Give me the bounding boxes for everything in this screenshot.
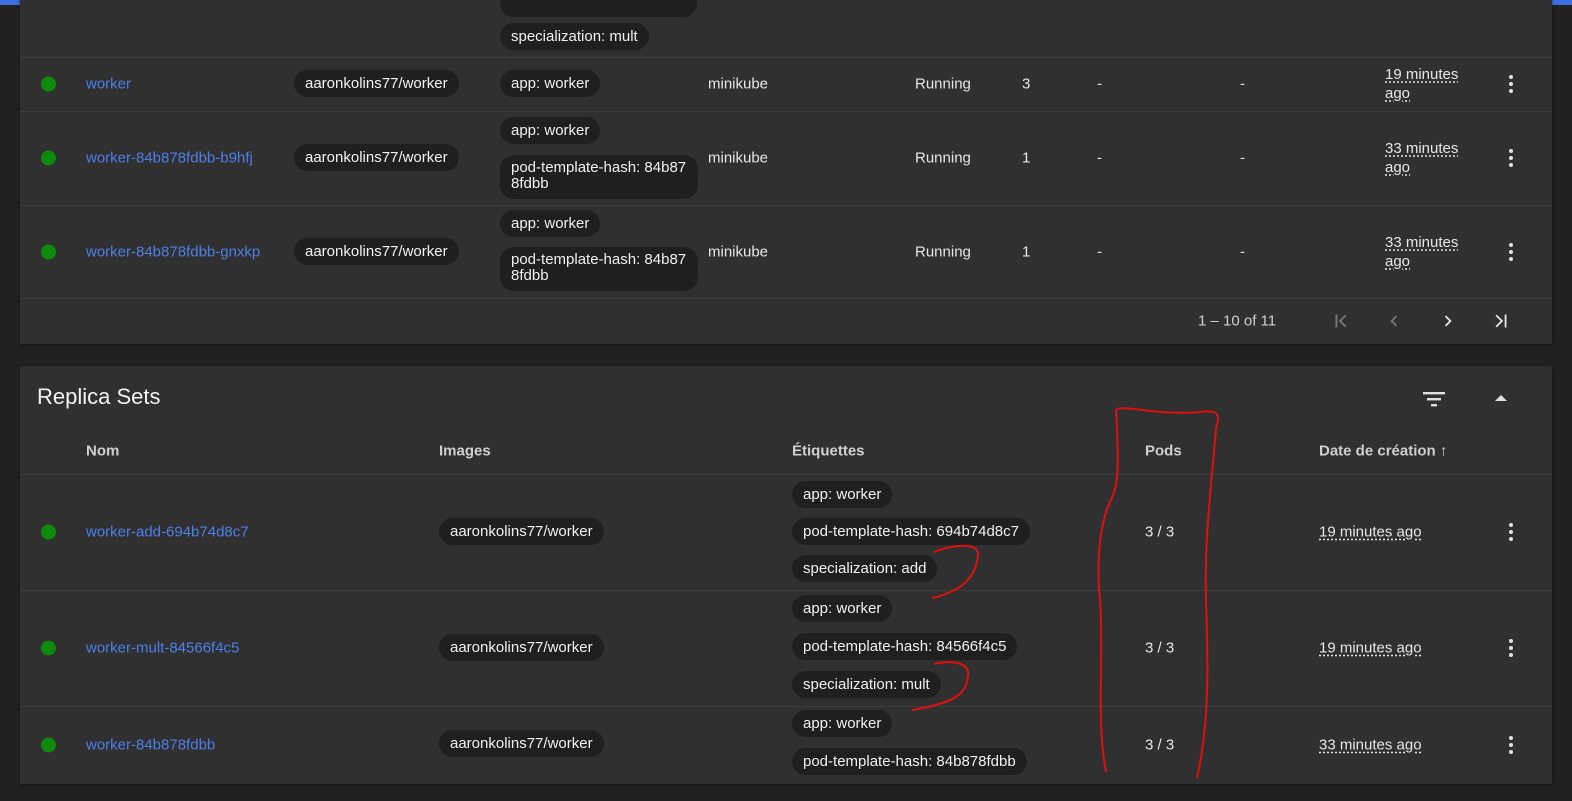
label-chip: pod-template-hash: 84566f4c5 [792,633,1018,660]
table-row[interactable]: worker aaronkolins77/worker app: worker … [20,57,1552,112]
collapse-icon[interactable] [1493,392,1509,404]
status-value: Running [915,75,971,93]
label-chip: app: worker [500,70,601,97]
pod-name-link[interactable]: worker-84b878fdbb-b9hfj [86,150,253,167]
label-chip: pod-template-hash: 84b878fdbb [792,748,1027,775]
status-value: Running [915,149,971,167]
header-labels[interactable]: Étiquettes [792,443,865,460]
restarts-value: 3 [1022,75,1031,93]
header-name[interactable]: Nom [86,443,119,460]
prev-page-icon[interactable] [1383,310,1405,332]
header-created[interactable]: Date de création ↑ [1319,443,1447,460]
label-chip: pod-template-hash: 84b878fdbb [500,155,698,199]
next-page-icon[interactable] [1437,310,1459,332]
status-value: Running [915,243,971,260]
pod-name-link[interactable]: worker [86,76,131,93]
more-vert-icon[interactable] [1509,736,1513,754]
label-chip: app: worker [792,595,893,622]
pods-count: 3 / 3 [1145,523,1175,541]
label-chip: pod-template-hash: 694b74d8c7 [792,518,1030,545]
more-vert-icon[interactable] [1509,639,1513,657]
node-value: minikube [708,243,769,260]
node-value: minikube [708,149,769,167]
replica-sets-card: Replica Sets Nom Images Étiquettes Pods … [20,366,1552,784]
image-chip: aaronkolins77/worker [294,70,459,97]
memory-value: - [1240,243,1245,260]
label-chip: specialization: mult [500,23,649,50]
card-title: Replica Sets [37,384,161,409]
node-value: minikube [708,75,769,93]
more-vert-icon[interactable] [1509,75,1513,93]
last-page-icon[interactable] [1490,310,1512,332]
restarts-value: 1 [1022,243,1031,260]
first-page-icon[interactable] [1330,310,1352,332]
filter-icon[interactable] [1421,388,1447,410]
created-date: 33 minutes ago [1385,233,1459,270]
restarts-value: 1 [1022,149,1031,167]
label-chip: specialization: add [792,555,938,582]
pods-card: specialization: mult worker aaronkolins7… [20,0,1552,344]
status-ok-icon [41,524,56,540]
label-chip: pod-template-hash: 84b878fdbb [500,247,698,291]
more-vert-icon[interactable] [1509,149,1513,167]
table-row[interactable]: worker-84b878fdbb-b9hfj aaronkolins77/wo… [20,111,1552,206]
status-ok-icon [41,76,56,92]
replicaset-name-link[interactable]: worker-add-694b74d8c7 [86,524,249,541]
header-pods[interactable]: Pods [1145,443,1182,460]
memory-value: - [1240,75,1245,93]
more-vert-icon[interactable] [1509,523,1513,541]
table-row[interactable]: worker-84b878fdbb aaronkolins77/worker a… [20,706,1552,784]
created-date: 19 minutes ago [1319,523,1422,541]
status-ok-icon [41,640,56,656]
created-date: 19 minutes ago [1385,66,1459,102]
table-row[interactable]: worker-add-694b74d8c7 aaronkolins77/work… [20,474,1552,591]
replicaset-name-link[interactable]: worker-84b878fdbb [86,737,215,754]
more-vert-icon[interactable] [1509,242,1513,261]
status-ok-icon [41,737,56,753]
replicaset-name-link[interactable]: worker-mult-84566f4c5 [86,640,239,657]
table-header: Nom Images Étiquettes Pods Date de créat… [20,428,1552,475]
paginator-range: 1 – 10 of 11 [1198,312,1277,330]
memory-value: - [1240,149,1245,167]
status-ok-icon [41,244,56,259]
image-chip: aaronkolins77/worker [439,730,604,757]
header-images[interactable]: Images [439,443,491,460]
header-created-label: Date de création [1319,442,1436,460]
sort-arrow-icon: ↑ [1439,442,1448,460]
pods-count: 3 / 3 [1145,736,1175,754]
label-chip: app: worker [500,210,601,237]
created-date: 33 minutes ago [1319,736,1422,754]
cpu-value: - [1097,149,1102,167]
table-row-partial: specialization: mult [20,0,1552,58]
label-chip: app: worker [500,117,601,144]
table-row[interactable]: worker-84b878fdbb-gnxkp aaronkolins77/wo… [20,205,1552,299]
paginator: 1 – 10 of 11 [20,298,1552,344]
cpu-value: - [1097,75,1102,93]
label-chip: app: worker [792,481,893,508]
image-chip: aaronkolins77/worker [294,238,459,265]
image-chip: aaronkolins77/worker [439,518,604,545]
created-date: 33 minutes ago [1385,140,1459,176]
pods-count: 3 / 3 [1145,639,1175,657]
table-row[interactable]: worker-mult-84566f4c5 aaronkolins77/work… [20,590,1552,707]
image-chip: aaronkolins77/worker [439,634,604,661]
created-date: 19 minutes ago [1319,639,1422,657]
image-chip: aaronkolins77/worker [294,144,459,171]
pod-name-link[interactable]: worker-84b878fdbb-gnxkp [86,243,260,260]
label-chip-partial [500,0,697,17]
label-chip: app: worker [792,710,893,737]
status-ok-icon [41,150,56,166]
label-chip: specialization: mult [792,671,941,698]
cpu-value: - [1097,243,1102,260]
